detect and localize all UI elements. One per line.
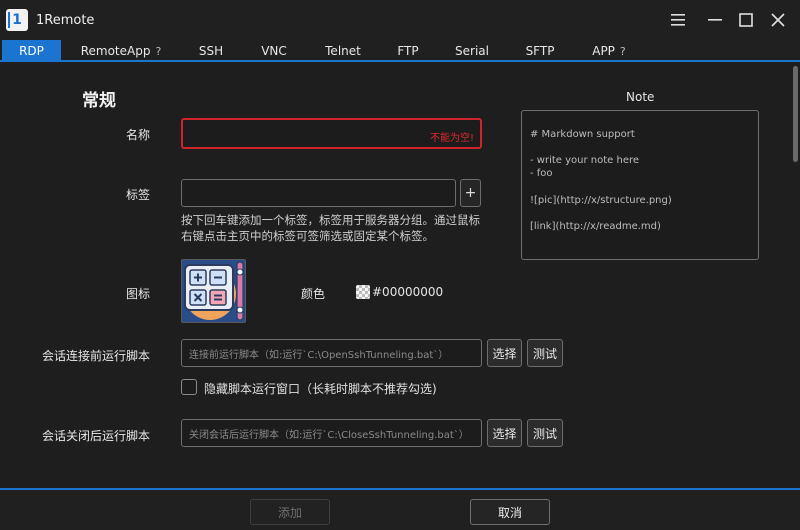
- tab-label: VNC: [261, 44, 287, 58]
- pre-script-select-button[interactable]: 选择: [487, 339, 522, 367]
- name-error-text: 不能为空!: [429, 133, 474, 144]
- protocol-tab-bar: RDP RemoteApp? SSH VNC Telnet FTP Serial…: [0, 40, 800, 62]
- name-label: 名称: [126, 128, 151, 142]
- dialog-footer: 添加 取消: [0, 488, 800, 530]
- hide-window-checkbox[interactable]: [181, 379, 197, 395]
- app-logo-text: 1: [12, 12, 22, 28]
- note-line: ![pic](http://x/structure.png): [530, 195, 672, 206]
- hamburger-icon[interactable]: [666, 8, 690, 32]
- add-button[interactable]: 添加: [250, 499, 330, 525]
- color-swatch[interactable]: [356, 285, 370, 299]
- app-title: 1Remote: [36, 13, 95, 28]
- post-script-test-button[interactable]: 测试: [527, 419, 563, 447]
- close-icon[interactable]: [766, 8, 790, 32]
- note-editor[interactable]: # Markdown support - write your note her…: [521, 110, 759, 260]
- help-icon[interactable]: ?: [155, 45, 161, 58]
- icon-label: 图标: [126, 287, 151, 301]
- section-title-general: 常规: [82, 91, 116, 111]
- tab-telnet[interactable]: Telnet: [314, 40, 372, 62]
- pre-script-test-button[interactable]: 测试: [527, 339, 563, 367]
- tags-label: 标签: [126, 188, 151, 202]
- vertical-scrollbar[interactable]: [793, 66, 798, 162]
- minimize-icon[interactable]: [703, 8, 727, 32]
- tab-label: RDP: [19, 44, 44, 58]
- maximize-icon[interactable]: [734, 8, 758, 32]
- post-script-input[interactable]: 关闭会话后运行脚本（如:运行`C:\CloseSshTunneling.bat`…: [181, 419, 482, 447]
- tab-label: SSH: [198, 44, 224, 58]
- post-script-label: 会话关闭后运行脚本: [42, 429, 151, 443]
- calculator-icon[interactable]: [181, 259, 246, 323]
- tab-label: Telnet: [325, 44, 361, 58]
- note-line: - foo: [530, 168, 553, 179]
- tab-label: Serial: [455, 44, 489, 58]
- note-line: - write your note here: [530, 155, 640, 166]
- tab-label: RemoteApp: [80, 44, 151, 58]
- color-value[interactable]: #00000000: [372, 285, 443, 299]
- pre-script-input[interactable]: 连接前运行脚本（如:运行`C:\OpenSshTunneling.bat`）: [181, 339, 482, 367]
- post-script-select-button[interactable]: 选择: [487, 419, 522, 447]
- tab-label: APP: [592, 44, 615, 58]
- tab-serial[interactable]: Serial: [444, 40, 500, 62]
- tab-ftp[interactable]: FTP: [386, 40, 430, 62]
- pre-script-label: 会话连接前运行脚本: [42, 349, 151, 363]
- name-input[interactable]: 不能为空!: [181, 118, 482, 149]
- tags-input[interactable]: [181, 179, 456, 207]
- tags-hint: 按下回车键添加一个标签，标签用于服务器分组。通过鼠标右键点击主页中的标签可签筛选…: [181, 213, 480, 243]
- note-title: Note: [626, 90, 655, 104]
- tab-label: FTP: [397, 44, 419, 58]
- tab-app[interactable]: APP?: [580, 40, 638, 62]
- hide-window-label[interactable]: 隐藏脚本运行窗口（长耗时脚本不推荐勾选): [204, 380, 437, 397]
- note-line: # Markdown support: [530, 129, 635, 140]
- note-line: [link](http://x/readme.md): [530, 221, 661, 232]
- title-bar: 1 1Remote: [0, 0, 800, 40]
- color-label: 颜色: [301, 287, 326, 301]
- add-tag-button[interactable]: +: [460, 179, 481, 207]
- tab-label: SFTP: [525, 44, 555, 58]
- tab-remoteapp[interactable]: RemoteApp?: [70, 40, 172, 62]
- cancel-button[interactable]: 取消: [470, 499, 550, 525]
- tab-sftp[interactable]: SFTP: [514, 40, 566, 62]
- help-icon[interactable]: ?: [620, 45, 626, 58]
- tab-ssh[interactable]: SSH: [186, 40, 236, 62]
- tab-rdp[interactable]: RDP: [2, 40, 61, 62]
- tab-vnc[interactable]: VNC: [248, 40, 300, 62]
- app-logo: 1: [6, 9, 28, 31]
